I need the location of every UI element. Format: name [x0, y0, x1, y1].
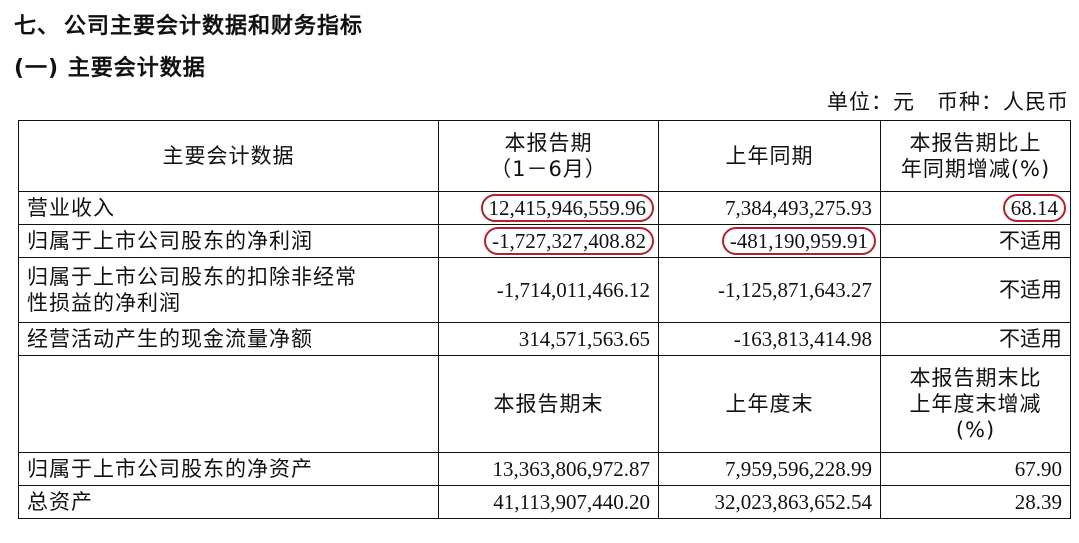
- header-change-line1: 本报告期比上: [909, 131, 1042, 155]
- row-current: 314,571,563.65: [438, 322, 659, 356]
- annotation-circle: 68.14: [1002, 194, 1066, 222]
- row-change: 67.90: [880, 452, 1071, 486]
- row-label: 经营活动产生的现金流量净额: [18, 322, 439, 356]
- row-current: 12,415,946,559.96: [438, 191, 659, 225]
- row-label: 归属于上市公司股东的净利润: [18, 224, 439, 258]
- row-change: 68.14: [880, 191, 1071, 225]
- header-current-period: 本报告期 （1－6月）: [438, 120, 659, 192]
- header-current-line1: 本报告期: [504, 131, 593, 155]
- row-current: -1,714,011,466.12: [438, 257, 659, 323]
- table-header-row: 主要会计数据 本报告期 （1－6月） 上年同期 本报告期比上 年同期增减(%): [18, 120, 1071, 192]
- key-accounting-data-table: 主要会计数据 本报告期 （1－6月） 上年同期 本报告期比上 年同期增减(%) 营业…: [18, 120, 1071, 519]
- section-number: 七、: [14, 14, 61, 39]
- annotation-circle: -1,727,327,408.82: [484, 227, 654, 255]
- table-row: 归属于上市公司股东的扣除非经常 性损益的净利润 -1,714,011,466.12…: [18, 257, 1071, 323]
- subsection-title: (一) 主要会计数据: [14, 56, 206, 81]
- row-prior: 7,959,596,228.99: [658, 452, 881, 486]
- unit-label: 单位：元: [827, 90, 915, 114]
- header-change: 本报告期比上 年同期增减(%): [880, 120, 1071, 192]
- subheader-indicator: [18, 355, 439, 453]
- row-change: 不适用: [880, 257, 1071, 323]
- header-prior-period: 上年同期: [658, 120, 881, 192]
- header-indicator: 主要会计数据: [18, 120, 439, 192]
- row-label: 归属于上市公司股东的净资产: [18, 452, 439, 486]
- row-label: 营业收入: [18, 191, 439, 225]
- header-change-line2: 年同期增减(%): [900, 157, 1051, 181]
- annotation-circle: -481,190,959.91: [721, 227, 876, 255]
- row-prior: 7,384,493,275.93: [658, 191, 881, 225]
- table-row: 总资产 41,113,907,440.20 32,023,863,652.54 …: [18, 485, 1071, 519]
- section-title: 公司主要会计数据和财务指标: [64, 14, 364, 39]
- row-prior: -481,190,959.91: [658, 224, 881, 258]
- subheader-change-line1: 本报告期末比: [909, 366, 1042, 390]
- row-current: 41,113,907,440.20: [438, 485, 659, 519]
- subheader-prior-year-end: 上年度末: [658, 355, 881, 453]
- header-current-line2: （1－6月）: [490, 157, 607, 181]
- row-prior: 32,023,863,652.54: [658, 485, 881, 519]
- unit-line: 单位：元 币种：人民币: [827, 86, 1069, 116]
- row-prior: -163,813,414.98: [658, 322, 881, 356]
- table-row: 营业收入 12,415,946,559.96 7,384,493,275.93 …: [18, 191, 1071, 225]
- subheader-change-line2: 上年度末增减: [909, 392, 1042, 416]
- row-label: 总资产: [18, 485, 439, 519]
- table-row: 归属于上市公司股东的净资产 13,363,806,972.87 7,959,59…: [18, 452, 1071, 486]
- subheader-change: 本报告期末比 上年度末增减 (%): [880, 355, 1071, 453]
- annotation-circle: 12,415,946,559.96: [480, 194, 654, 222]
- row-label-line2: 性损益的净利润: [27, 291, 181, 315]
- row-current: -1,727,327,408.82: [438, 224, 659, 258]
- row-change: 28.39: [880, 485, 1071, 519]
- table-row: 经营活动产生的现金流量净额 314,571,563.65 -163,813,41…: [18, 322, 1071, 356]
- table-row: 归属于上市公司股东的净利润 -1,727,327,408.82 -481,190…: [18, 224, 1071, 258]
- row-prior: -1,125,871,643.27: [658, 257, 881, 323]
- row-change: 不适用: [880, 224, 1071, 258]
- currency-label: 币种：人民币: [937, 90, 1069, 114]
- row-change: 不适用: [880, 322, 1071, 356]
- table-subheader-row: 本报告期末 上年度末 本报告期末比 上年度末增减 (%): [18, 355, 1071, 453]
- row-label-line1: 归属于上市公司股东的扣除非经常: [27, 265, 357, 289]
- subheader-change-line3: (%): [955, 418, 996, 442]
- row-current: 13,363,806,972.87: [438, 452, 659, 486]
- section-heading: 七、 公司主要会计数据和财务指标: [14, 8, 363, 40]
- row-label: 归属于上市公司股东的扣除非经常 性损益的净利润: [18, 257, 439, 323]
- subheader-period-end: 本报告期末: [438, 355, 659, 453]
